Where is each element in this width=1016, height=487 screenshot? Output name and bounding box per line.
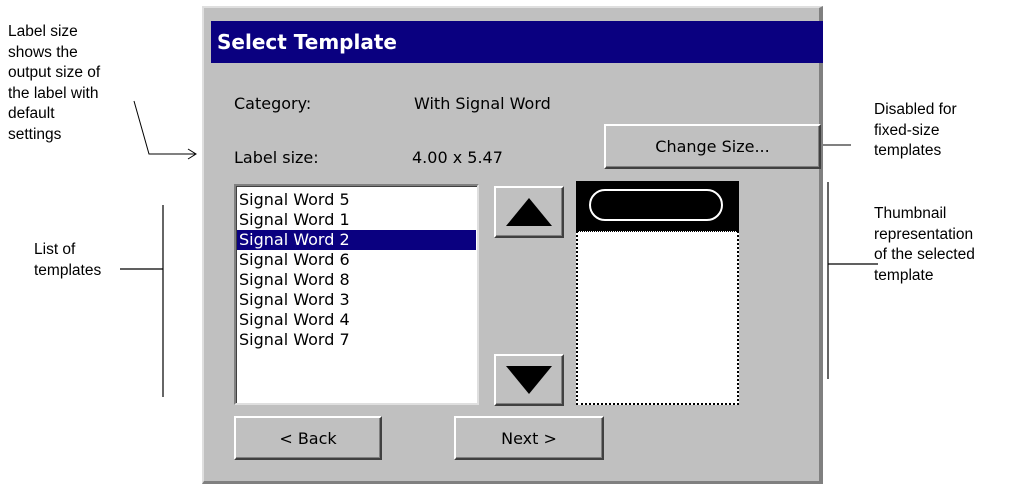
triangle-down-icon bbox=[506, 366, 552, 394]
back-button[interactable]: < Back bbox=[234, 416, 382, 460]
triangle-up-icon bbox=[506, 198, 552, 226]
dialog-title: Select Template bbox=[211, 21, 823, 63]
signal-word-oval bbox=[589, 189, 723, 221]
list-item[interactable]: Signal Word 3 bbox=[237, 290, 476, 310]
list-item[interactable]: Signal Word 4 bbox=[237, 310, 476, 330]
list-item[interactable]: Signal Word 7 bbox=[237, 330, 476, 350]
list-item[interactable]: Signal Word 6 bbox=[237, 250, 476, 270]
list-item[interactable]: Signal Word 1 bbox=[237, 210, 476, 230]
list-item[interactable]: Signal Word 5 bbox=[237, 190, 476, 210]
template-list[interactable]: Signal Word 5 Signal Word 1 Signal Word … bbox=[234, 184, 479, 405]
list-item[interactable]: Signal Word 8 bbox=[237, 270, 476, 290]
move-up-button[interactable] bbox=[494, 186, 564, 238]
change-size-button[interactable]: Change Size... bbox=[604, 124, 821, 169]
category-value: With Signal Word bbox=[414, 94, 551, 113]
label-size-callout-arrow bbox=[133, 100, 195, 155]
label-size-label: Label size: bbox=[234, 148, 319, 167]
label-size-value: 4.00 x 5.47 bbox=[412, 148, 503, 167]
next-button[interactable]: Next > bbox=[454, 416, 604, 460]
move-down-button[interactable] bbox=[494, 354, 564, 406]
category-label: Category: bbox=[234, 94, 312, 113]
thumbnail-body bbox=[576, 231, 739, 405]
list-item-selected[interactable]: Signal Word 2 bbox=[237, 230, 476, 250]
thumbnail-header bbox=[576, 181, 739, 231]
select-template-dialog: Select Template Category: With Signal Wo… bbox=[202, 6, 823, 484]
template-thumbnail bbox=[576, 181, 739, 405]
